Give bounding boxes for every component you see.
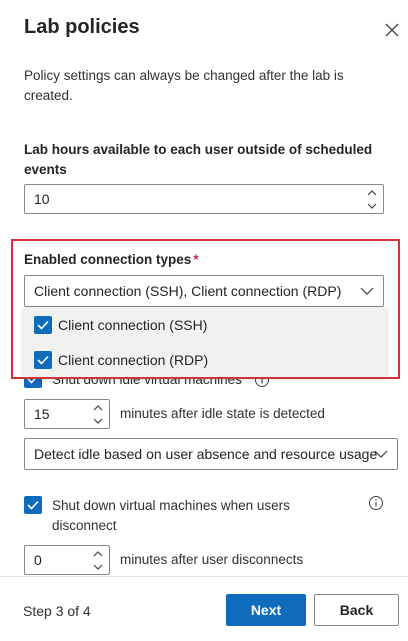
info-icon[interactable] xyxy=(368,495,384,511)
lab-hours-spinbox[interactable]: 10 xyxy=(24,184,384,214)
decrement-icon[interactable] xyxy=(367,203,377,209)
chevron-down-icon xyxy=(374,450,388,458)
idle-minutes-spinbox[interactable]: 15 xyxy=(24,399,110,429)
increment-icon[interactable] xyxy=(93,550,103,557)
option-ssh-label: Client connection (SSH) xyxy=(58,316,208,333)
decrement-icon[interactable] xyxy=(93,418,103,424)
close-button[interactable] xyxy=(382,20,402,40)
option-ssh-checkbox[interactable] xyxy=(34,315,52,334)
step-indicator: Step 3 of 4 xyxy=(23,603,91,619)
checkmark-icon xyxy=(27,500,39,510)
option-rdp-checkbox[interactable] xyxy=(34,350,52,369)
disconnect-shutdown-option[interactable]: Shut down virtual machines when users di… xyxy=(24,496,312,536)
connection-types-label-text: Enabled connection types xyxy=(24,252,192,267)
disconnect-shutdown-label: Shut down virtual machines when users di… xyxy=(52,498,290,533)
checkmark-icon xyxy=(37,320,49,330)
connection-types-dropdown[interactable]: Client connection (SSH), Client connecti… xyxy=(24,275,384,307)
disconnect-minutes-suffix: minutes after user disconnects xyxy=(120,552,304,567)
footer: Step 3 of 4 Next Back xyxy=(0,576,408,641)
decrement-icon[interactable] xyxy=(93,564,103,570)
idle-detection-dropdown[interactable]: Detect idle based on user absence and re… xyxy=(24,438,398,470)
lab-hours-label: Lab hours available to each user outside… xyxy=(24,142,373,177)
next-button[interactable]: Next xyxy=(226,594,306,626)
idle-minutes-value[interactable]: 15 xyxy=(34,406,50,422)
lab-hours-value[interactable]: 10 xyxy=(34,191,50,207)
option-rdp[interactable]: Client connection (RDP) xyxy=(24,342,386,377)
idle-minutes-suffix: minutes after idle state is detected xyxy=(120,406,325,421)
required-marker: * xyxy=(193,252,199,267)
checkmark-icon xyxy=(37,355,49,365)
disconnect-shutdown-checkbox[interactable] xyxy=(24,496,42,514)
back-button[interactable]: Back xyxy=(314,594,399,626)
panel-description: Policy settings can always be changed af… xyxy=(24,68,344,103)
increment-icon[interactable] xyxy=(93,404,103,411)
connection-types-listbox: Client connection (SSH) Client connectio… xyxy=(24,307,386,377)
idle-detection-value: Detect idle based on user absence and re… xyxy=(34,446,378,462)
option-rdp-label: Client connection (RDP) xyxy=(58,351,209,368)
close-icon xyxy=(385,23,399,37)
chevron-down-icon xyxy=(360,287,374,295)
option-ssh[interactable]: Client connection (SSH) xyxy=(24,307,386,342)
connection-types-label: Enabled connection types * xyxy=(24,252,199,267)
increment-icon[interactable] xyxy=(367,189,377,196)
disconnect-minutes-value[interactable]: 0 xyxy=(34,552,42,568)
connection-types-value: Client connection (SSH), Client connecti… xyxy=(34,283,342,299)
panel-title: Lab policies xyxy=(24,16,140,38)
disconnect-minutes-spinbox[interactable]: 0 xyxy=(24,545,110,575)
